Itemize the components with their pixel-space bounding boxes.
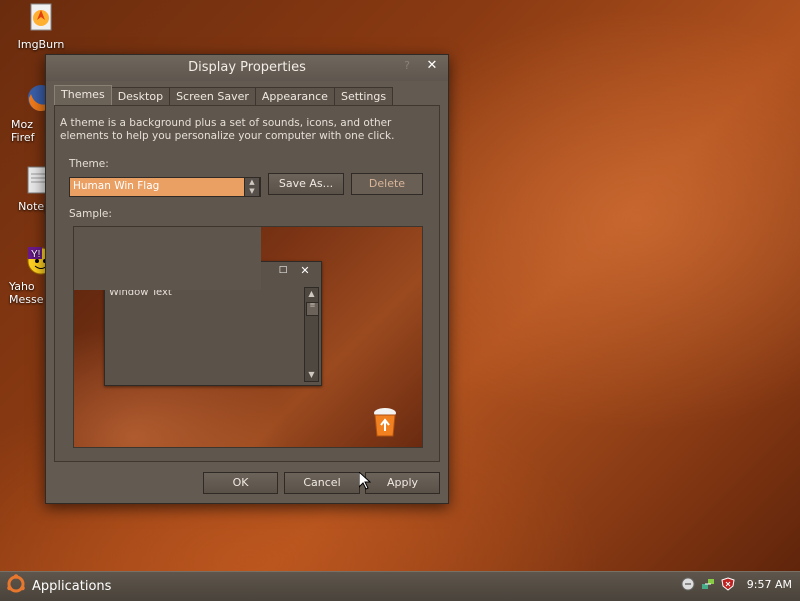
help-button[interactable]: ?	[400, 59, 414, 75]
close-button[interactable]: ✕	[424, 58, 440, 76]
scroll-thumb: ≡	[306, 302, 319, 316]
sample-title-overlay	[74, 227, 261, 290]
chevron-down-icon: ▼	[249, 187, 255, 195]
clock[interactable]: 9:57 AM	[747, 578, 792, 591]
tab-settings[interactable]: Settings	[333, 87, 394, 106]
sample-scrollbar: ▲ ≡ ▼	[304, 287, 319, 382]
maximize-icon: □	[278, 265, 288, 275]
tab-themes[interactable]: Themes	[54, 85, 112, 107]
delete-button: Delete	[351, 173, 423, 195]
tab-desktop[interactable]: Desktop	[110, 87, 171, 106]
chevron-up-icon: ▲	[308, 289, 315, 298]
theme-select-spinner[interactable]: ▲ ▼	[244, 177, 260, 197]
system-tray: 9:57 AM	[681, 577, 792, 591]
theme-select-value: Human Win Flag	[73, 180, 160, 192]
title-bar[interactable]: Display Properties ? ✕	[46, 55, 448, 81]
tab-screen-saver[interactable]: Screen Saver	[169, 87, 256, 106]
theme-sample-preview: □ ✕ Window Text ▲ ≡ ▼	[73, 226, 423, 448]
theme-select[interactable]: Human Win Flag	[69, 177, 261, 197]
display-properties-window: Display Properties ? ✕ Themes Desktop Sc…	[45, 54, 449, 504]
chevron-down-icon: ▼	[308, 370, 315, 379]
tab-strip: Themes Desktop Screen Saver Appearance S…	[54, 85, 394, 107]
close-icon: ✕	[300, 264, 310, 277]
taskbar: Applications 9:57 AM	[0, 571, 800, 601]
tab-appearance[interactable]: Appearance	[254, 87, 335, 106]
apply-button[interactable]: Apply	[365, 472, 440, 494]
mouse-cursor-icon	[358, 470, 372, 490]
theme-description: A theme is a background plus a set of so…	[60, 117, 395, 142]
security-tray-icon[interactable]	[721, 577, 735, 591]
ubuntu-logo-icon	[6, 574, 26, 598]
window-title: Display Properties	[188, 60, 306, 75]
svg-text:Y!: Y!	[31, 249, 40, 260]
network-tray-icon[interactable]	[701, 577, 715, 591]
desktop-icon-imgburn[interactable]: ImgBurn	[3, 2, 79, 51]
desktop-icon-label: ImgBurn	[17, 38, 65, 51]
chevron-up-icon: ▲	[249, 178, 255, 186]
recycle-bin-icon	[372, 407, 398, 437]
ok-button[interactable]: OK	[203, 472, 278, 494]
cancel-button[interactable]: Cancel	[284, 472, 360, 494]
applications-label: Applications	[32, 578, 112, 594]
theme-label: Theme:	[69, 158, 109, 170]
applications-menu-button[interactable]: Applications	[6, 574, 112, 598]
imgburn-icon	[25, 2, 57, 34]
messenger-tray-icon[interactable]	[681, 577, 695, 591]
save-as-button[interactable]: Save As...	[268, 173, 344, 195]
sample-label: Sample:	[69, 208, 112, 220]
